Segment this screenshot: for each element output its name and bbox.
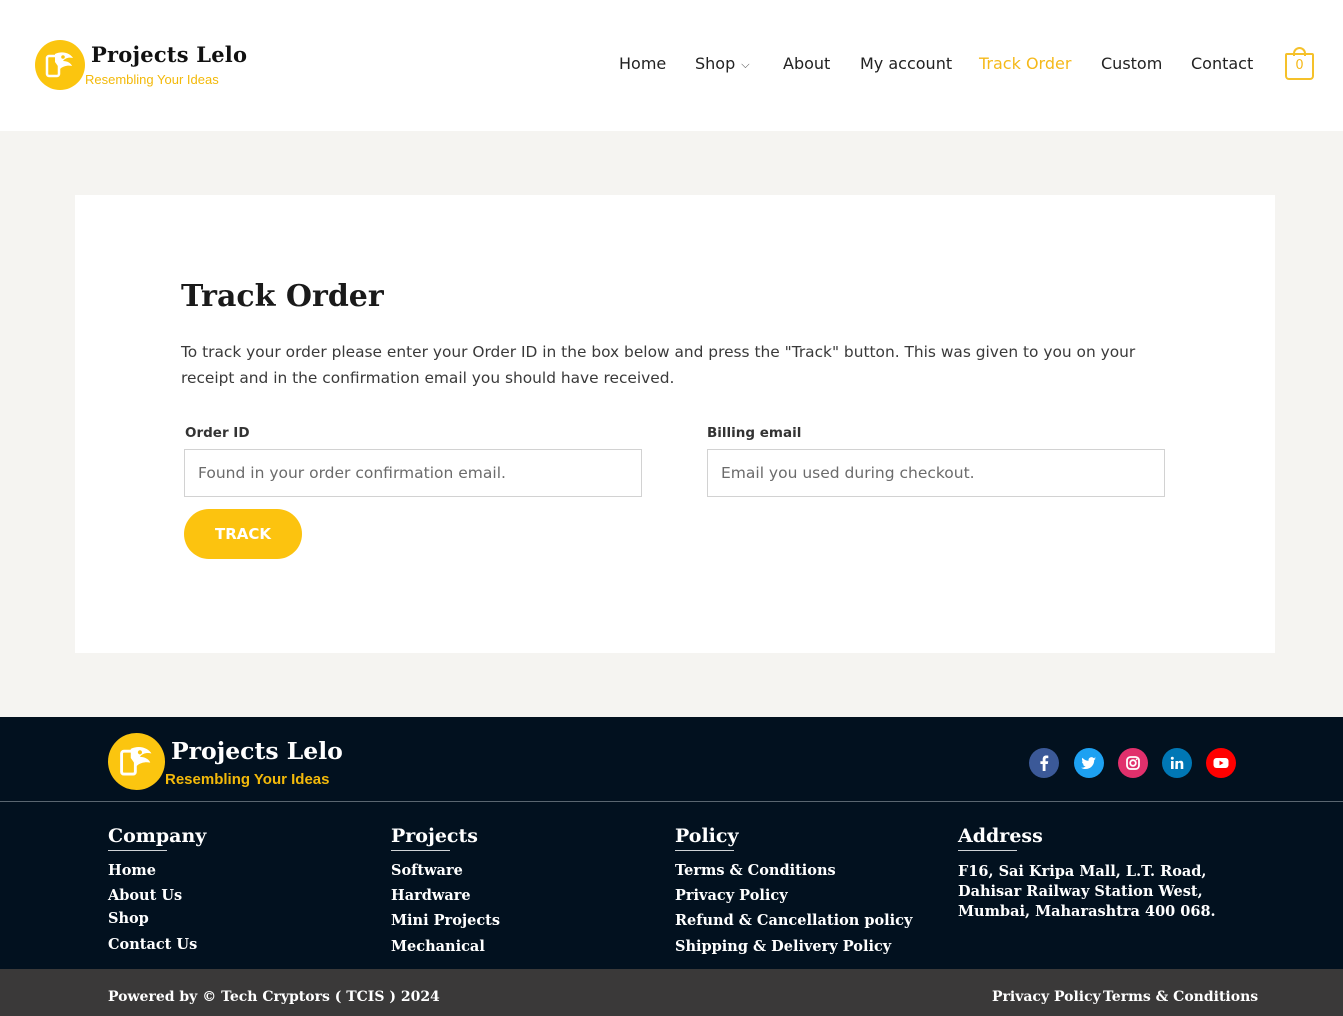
intro-text: To track your order please enter your Or… xyxy=(181,343,1136,387)
billing-email-input[interactable] xyxy=(707,449,1165,497)
logo-badge-icon xyxy=(35,40,85,90)
twitter-icon[interactable] xyxy=(1074,748,1104,778)
footer-col-underline xyxy=(108,850,167,851)
footer-col-underline xyxy=(391,850,450,851)
nav-item-shop-label: Shop xyxy=(695,54,736,73)
bottom-link-terms[interactable]: Terms & Conditions xyxy=(1103,989,1258,1005)
page-title: Track Order xyxy=(181,279,384,314)
site-header: Projects Lelo Resembling Your Ideas Home… xyxy=(0,0,1343,131)
footer-link-shop[interactable]: Shop xyxy=(108,910,149,927)
order-id-input[interactable] xyxy=(184,449,642,497)
footer-logo-tagline: Resembling Your Ideas xyxy=(165,771,330,788)
footer-link-mechanical[interactable]: Mechanical xyxy=(391,938,485,955)
footer-col-projects-title: Projects xyxy=(391,825,478,847)
order-id-label: Order ID xyxy=(185,425,250,441)
cart-button[interactable]: 0 xyxy=(1285,47,1314,81)
footer-link-software[interactable]: Software xyxy=(391,862,463,879)
nav-item-about[interactable]: About xyxy=(783,54,830,73)
footer-col-company-title: Company xyxy=(108,825,207,847)
footer-divider xyxy=(0,801,1343,802)
footer-link-about-us[interactable]: About Us xyxy=(108,887,182,904)
footer-link-privacy[interactable]: Privacy Policy xyxy=(675,887,788,904)
linkedin-icon[interactable] xyxy=(1162,748,1192,778)
track-order-card xyxy=(75,195,1275,653)
billing-email-label: Billing email xyxy=(707,425,802,441)
footer-link-hardware[interactable]: Hardware xyxy=(391,887,471,904)
chevron-down-icon: ⌵ xyxy=(741,58,750,71)
nav-item-home[interactable]: Home xyxy=(619,54,666,73)
nav-item-my-account[interactable]: My account xyxy=(860,54,952,73)
footer-col-underline xyxy=(675,850,734,851)
footer-link-contact-us[interactable]: Contact Us xyxy=(108,936,197,953)
nav-item-custom[interactable]: Custom xyxy=(1101,54,1162,73)
footer-col-policy-title: Policy xyxy=(675,825,739,847)
footer-link-refund[interactable]: Refund & Cancellation policy xyxy=(675,912,912,929)
footer-link-home[interactable]: Home xyxy=(108,862,156,879)
logo-tagline: Resembling Your Ideas xyxy=(85,72,219,87)
nav-item-shop[interactable]: Shop ⌵ xyxy=(695,54,750,73)
footer-link-mini-projects[interactable]: Mini Projects xyxy=(391,912,500,929)
footer-link-terms[interactable]: Terms & Conditions xyxy=(675,862,836,879)
bottom-link-privacy[interactable]: Privacy Policy xyxy=(992,989,1101,1005)
track-button[interactable]: TRACK xyxy=(184,509,302,559)
site-logo[interactable]: Projects Lelo Resembling Your Ideas xyxy=(35,38,248,92)
footer-col-address-title: Address xyxy=(958,825,1043,847)
nav-item-contact[interactable]: Contact xyxy=(1191,54,1253,73)
youtube-icon[interactable] xyxy=(1206,748,1236,778)
logo-title: Projects Lelo xyxy=(91,42,248,67)
nav-item-track-order[interactable]: Track Order xyxy=(979,54,1071,73)
footer-col-underline xyxy=(958,850,1017,851)
footer-logo-title: Projects Lelo xyxy=(171,737,343,765)
copyright-text: Powered by © Tech Cryptors ( TCIS ) 2024 xyxy=(108,989,440,1005)
instagram-icon[interactable] xyxy=(1118,748,1148,778)
facebook-icon[interactable] xyxy=(1029,748,1059,778)
footer-logo-badge-icon[interactable] xyxy=(108,733,165,790)
footer-address: F16, Sai Kripa Mall, L.T. Road, Dahisar … xyxy=(958,863,1216,920)
cart-count: 0 xyxy=(1295,58,1304,73)
footer-link-shipping[interactable]: Shipping & Delivery Policy xyxy=(675,938,891,955)
